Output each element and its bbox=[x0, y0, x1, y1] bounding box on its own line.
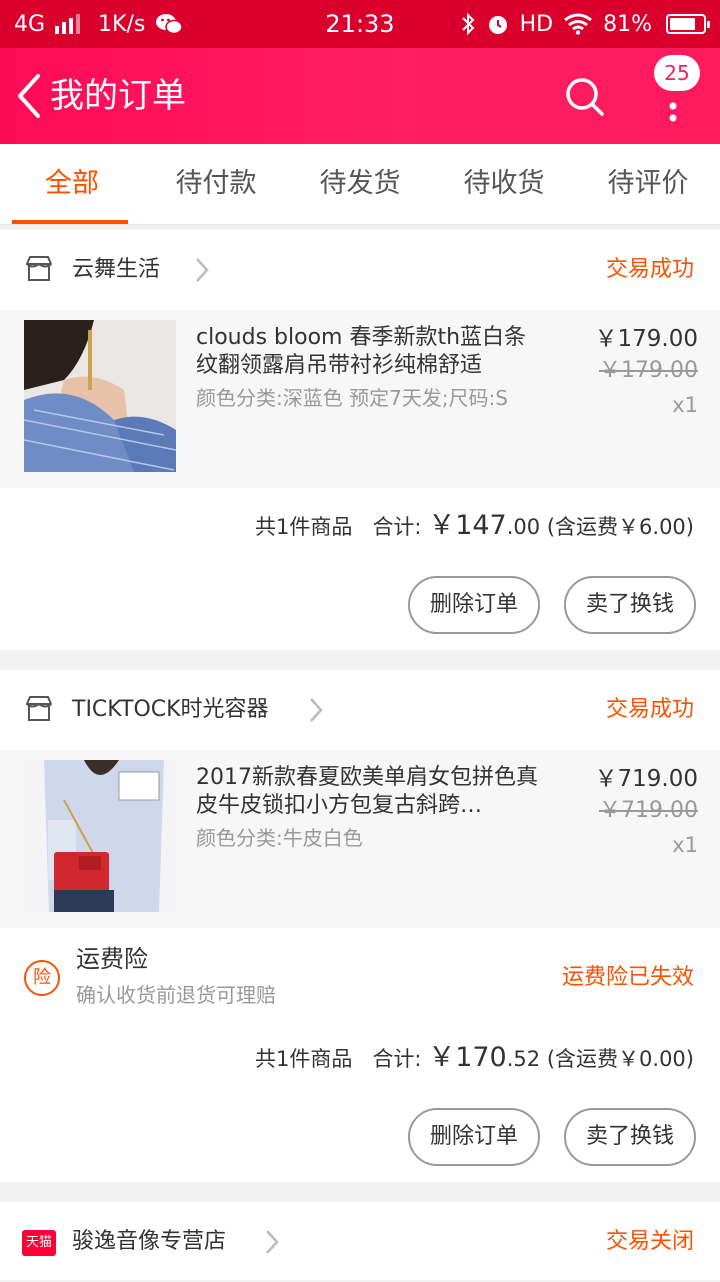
resell-button[interactable]: 卖了换钱 bbox=[564, 1108, 696, 1166]
search-icon[interactable] bbox=[560, 72, 610, 122]
total-decimal: .52 bbox=[506, 1047, 541, 1071]
tab-pending-shipment[interactable]: 待发货 bbox=[288, 144, 432, 224]
tab-all[interactable]: 全部 bbox=[0, 144, 144, 224]
product-image bbox=[24, 320, 176, 472]
hd-indicator: HD bbox=[519, 11, 554, 37]
status-bar: 4G 1K/s 21:33 HD 81% bbox=[0, 0, 720, 48]
order-status: 交易成功 bbox=[605, 697, 694, 722]
insurance-status: 运费险已失效 bbox=[561, 965, 694, 990]
shipping-insurance-row[interactable]: 险 运费险 确认收货前退货可理赔 运费险已失效 bbox=[0, 930, 720, 1026]
signal-icon bbox=[55, 14, 81, 34]
tmall-icon: 天猫 bbox=[22, 1230, 56, 1256]
insurance-description: 确认收货前退货可理赔 bbox=[76, 983, 276, 1007]
shop-name: 云舞生活 bbox=[72, 257, 161, 282]
shop-icon bbox=[26, 696, 52, 721]
shop-name: TICKTOCK时光容器 bbox=[72, 697, 269, 722]
order-tabs: 全部 待付款 待发货 待收货 待评价 bbox=[0, 144, 720, 225]
shop-row[interactable]: 云舞生活 交易成功 bbox=[0, 230, 720, 310]
product-original-price: ￥179.00 bbox=[599, 358, 698, 383]
page-title: 我的订单 bbox=[50, 76, 186, 116]
product-title: 2017新款春夏欧美单肩女包拼色真皮牛皮锁扣小方包复古斜跨… bbox=[196, 765, 538, 818]
tab-pending-receipt[interactable]: 待收货 bbox=[432, 144, 576, 224]
total-amount: ￥170 bbox=[428, 1042, 507, 1073]
insurance-title: 运费险 bbox=[76, 945, 148, 973]
message-badge: 25 bbox=[654, 55, 700, 91]
item-count: 共1件商品 bbox=[255, 515, 353, 539]
shipping-fee: (含运费￥0.00) bbox=[546, 1047, 694, 1071]
network-speed: 1K/s bbox=[98, 11, 146, 37]
tab-pending-review[interactable]: 待评价 bbox=[576, 144, 720, 224]
order-status: 交易成功 bbox=[605, 257, 694, 282]
item-count: 共1件商品 bbox=[255, 1047, 353, 1071]
chevron-right-icon bbox=[310, 698, 323, 722]
tab-pending-payment[interactable]: 待付款 bbox=[144, 144, 288, 224]
order-card: 天猫 骏逸音像专营店 交易关闭 bbox=[0, 1202, 720, 1280]
product-price: ￥179.00 bbox=[594, 326, 698, 352]
total-decimal: .00 bbox=[506, 515, 541, 539]
resell-button[interactable]: 卖了换钱 bbox=[564, 576, 696, 634]
delete-order-button[interactable]: 删除订单 bbox=[408, 576, 540, 634]
product-sku: 颜色分类:牛皮白色 bbox=[196, 826, 363, 850]
shop-row[interactable]: 天猫 骏逸音像专营店 交易关闭 bbox=[0, 1202, 720, 1282]
alarm-icon bbox=[488, 16, 507, 34]
chevron-right-icon bbox=[196, 258, 209, 282]
wifi-icon bbox=[564, 13, 593, 35]
product-sku: 颜色分类:深蓝色 预定7天发;尺码:S bbox=[196, 386, 508, 410]
order-card: TICKTOCK时光容器 交易成功 2017新款春夏欧美单肩女包拼色真皮牛皮锁扣… bbox=[0, 670, 720, 1182]
order-card: 云舞生活 交易成功 clouds bloom 春季新款th蓝白条纹翻领露肩吊带衬… bbox=[0, 230, 720, 650]
shop-row[interactable]: TICKTOCK时光容器 交易成功 bbox=[0, 670, 720, 750]
total-label: 合计: bbox=[372, 1047, 422, 1071]
order-item[interactable]: 2017新款春夏欧美单肩女包拼色真皮牛皮锁扣小方包复古斜跨… 颜色分类:牛皮白色… bbox=[0, 750, 720, 928]
product-original-price: ￥719.00 bbox=[599, 798, 698, 823]
insurance-icon: 险 bbox=[24, 960, 60, 996]
order-item[interactable]: clouds bloom 春季新款th蓝白条纹翻领露肩吊带衬衫纯棉舒适 颜色分类… bbox=[0, 310, 720, 488]
shop-name: 骏逸音像专营店 bbox=[72, 1229, 227, 1254]
total-label: 合计: bbox=[372, 515, 422, 539]
shipping-fee: (含运费￥6.00) bbox=[546, 515, 694, 539]
bluetooth-icon bbox=[461, 12, 475, 36]
product-quantity: x1 bbox=[672, 833, 698, 857]
wechat-icon bbox=[156, 14, 184, 35]
product-title: clouds bloom 春季新款th蓝白条纹翻领露肩吊带衬衫纯棉舒适 bbox=[196, 325, 527, 378]
network-type: 4G bbox=[14, 11, 46, 37]
order-status: 交易关闭 bbox=[605, 1229, 694, 1254]
battery-percent: 81% bbox=[603, 11, 652, 37]
back-icon[interactable] bbox=[8, 70, 52, 122]
chevron-right-icon bbox=[266, 1230, 279, 1254]
product-image bbox=[24, 760, 176, 912]
battery-icon bbox=[666, 14, 710, 34]
app-header: 我的订单 25 bbox=[0, 48, 720, 144]
total-amount: ￥147 bbox=[428, 510, 507, 541]
product-quantity: x1 bbox=[672, 393, 698, 417]
product-price: ￥719.00 bbox=[594, 766, 698, 792]
order-summary: 共1件商品 合计: ￥170.52 (含运费￥0.00) bbox=[255, 1038, 694, 1079]
order-summary: 共1件商品 合计: ￥147.00 (含运费￥6.00) bbox=[255, 506, 694, 547]
shop-icon bbox=[26, 256, 52, 281]
delete-order-button[interactable]: 删除订单 bbox=[408, 1108, 540, 1166]
